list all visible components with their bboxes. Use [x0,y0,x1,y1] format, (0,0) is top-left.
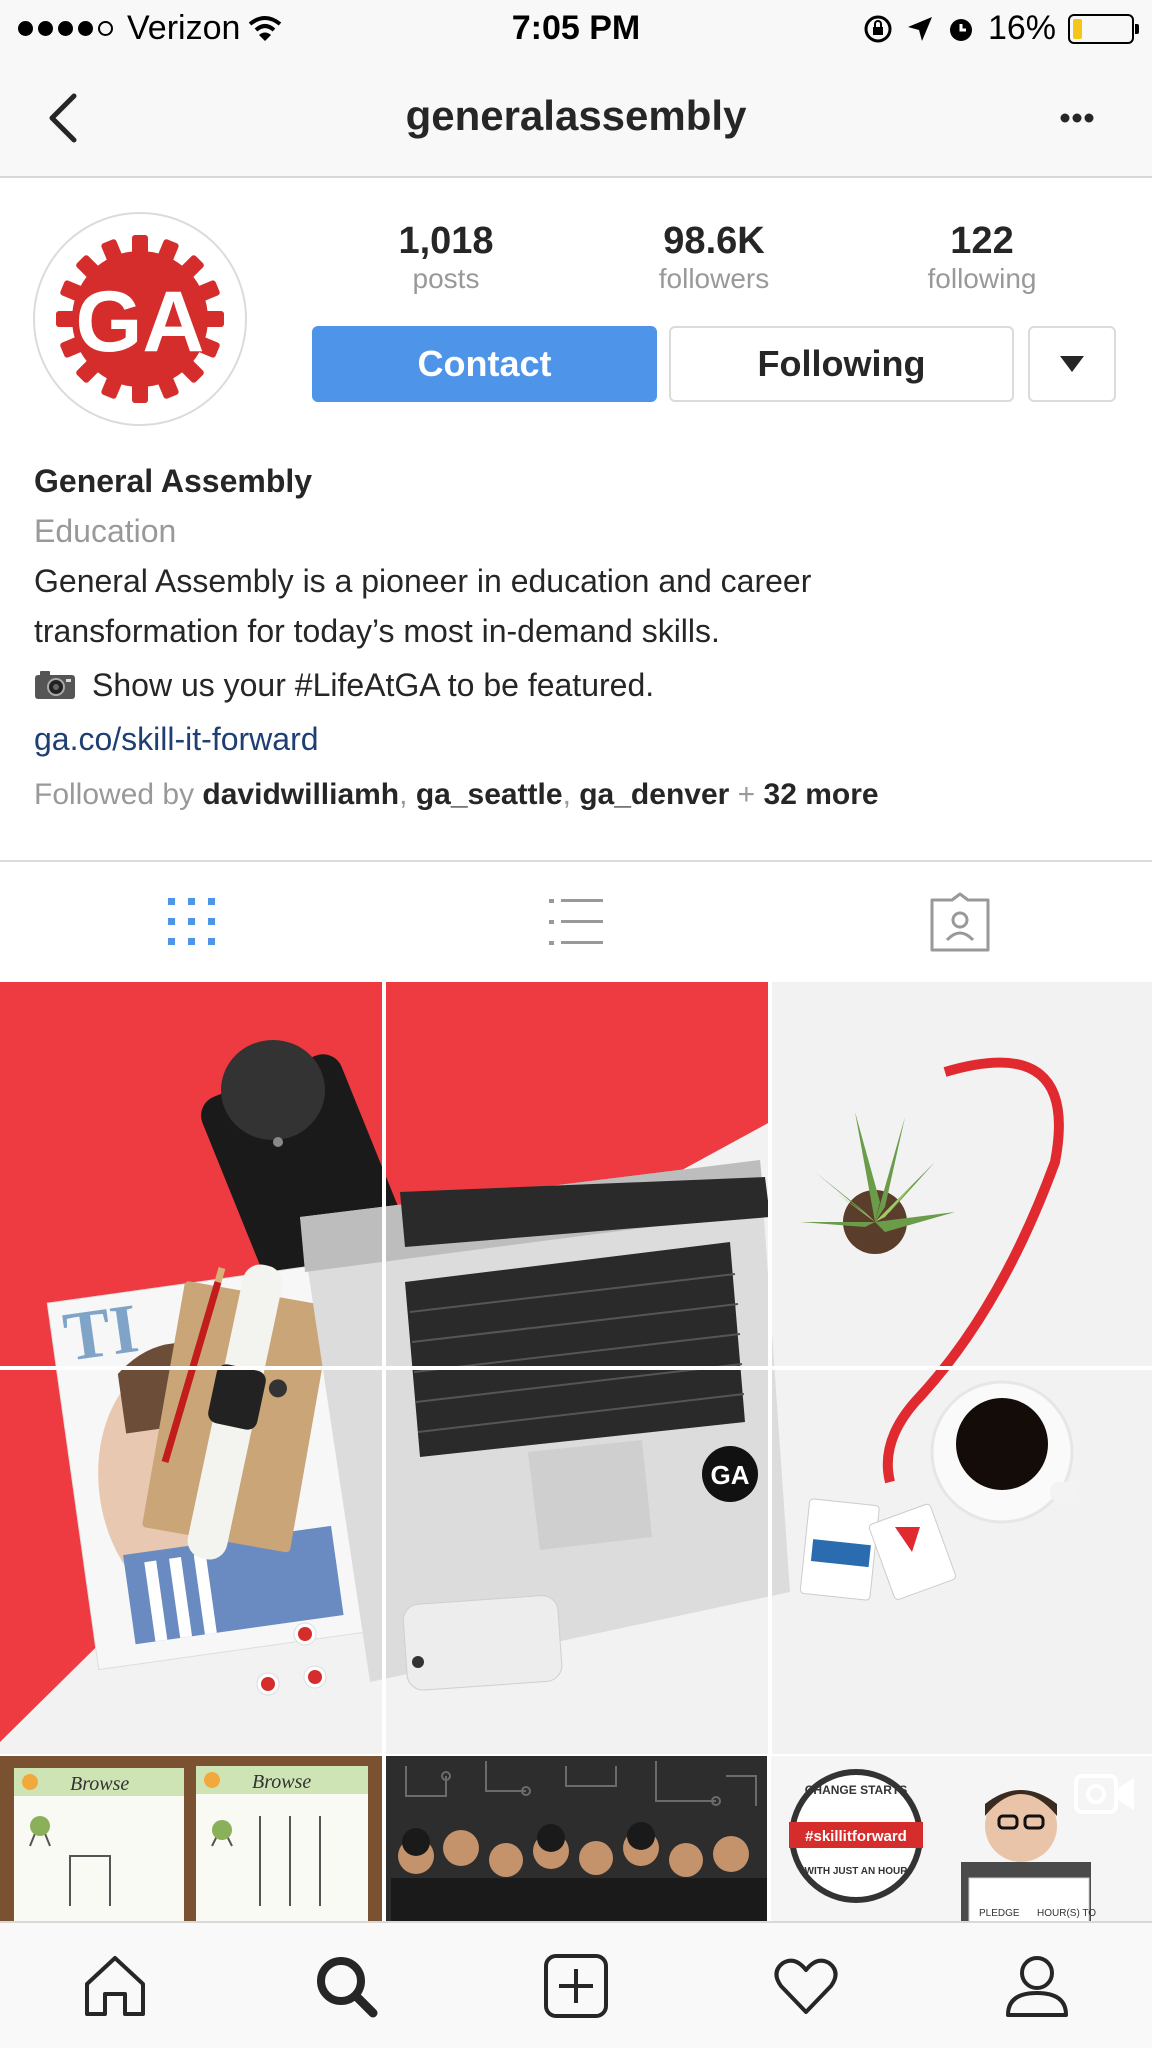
heart-icon [774,1958,838,2014]
bottom-tab-bar [0,1921,1152,2048]
stat-label: followers [658,263,770,294]
bio-line: Show us your #LifeAtGA to be featured. [92,667,655,703]
followed-user[interactable]: ga_seattle [416,778,563,811]
video-icon [1074,1774,1134,1814]
tab-new-post[interactable] [461,1923,691,2048]
tab-search[interactable] [230,1923,460,2048]
grid-icon [168,898,215,945]
grid-post-video[interactable]: CHANGE STARTS #skillitforward WITH JUST … [771,1756,1152,1922]
search-icon [316,1956,378,2017]
followed-by[interactable]: Followed by davidwilliamh, ga_seattle, g… [34,770,1124,820]
profile-bio: General Assembly Education General Assem… [34,456,1124,820]
badge-text-bottom: WITH JUST AN HOUR [805,1866,909,1877]
followed-user[interactable]: davidwilliamh [202,778,399,811]
bio-line: transformation for today’s most in-deman… [34,613,720,649]
grid-post-group-photo[interactable] [386,1756,767,1922]
flatlay-photo: TI GA [0,982,1152,1754]
pledge-text: PLEDGE [979,1908,1020,1919]
avatar[interactable]: GA [33,212,247,426]
tab-tagged[interactable] [768,862,1152,982]
location-arrow-icon [907,16,932,41]
group-photo [386,1756,767,1922]
stat-label: posts [412,263,480,294]
profile-category: Education [34,513,177,549]
grid-post-flatlay[interactable]: TI GA [0,982,1152,1754]
contact-button[interactable]: Contact [312,326,657,402]
wireframe-label: Browse [252,1771,311,1793]
followed-by-prefix: Followed by [34,778,203,811]
stat-followers[interactable]: 98.6K followers [580,220,848,296]
bio-website-link[interactable]: ga.co/skill-it-forward [34,714,1124,764]
navigation-bar: generalassembly [0,58,1152,178]
profile-name: General Assembly [34,463,313,499]
bio-line: General Assembly is a pioneer in educati… [34,563,812,599]
tab-home[interactable] [0,1923,230,2048]
photo-grid: TI GA Browse Browse CHANGE STARTS #skill… [0,982,1152,1922]
rotation-lock-icon [864,15,892,42]
tab-profile[interactable] [922,1923,1152,2048]
stat-value: 98.6K [663,220,765,262]
status-bar: Verizon 7:05 PM 16% [0,0,1152,58]
stat-value: 1,018 [398,220,494,262]
home-icon [85,1955,146,2016]
stat-label: following [927,263,1037,294]
wireframe-photo: Browse Browse [0,1756,382,1922]
pledge-hours-text: HOUR(S) TO [1037,1908,1096,1919]
ga-logo: GA [56,235,224,403]
list-icon [549,899,603,945]
battery-icon [1068,13,1139,44]
page-title: generalassembly [405,92,747,139]
tab-grid[interactable] [0,862,384,982]
followed-user[interactable]: ga_denver [579,778,729,811]
badge-hashtag: #skillitforward [805,1828,907,1845]
stat-following[interactable]: 122 following [848,220,1116,296]
bio-featured-line: Show us your #LifeAtGA to be featured. [34,660,1124,710]
tab-activity[interactable] [691,1923,921,2048]
profile-stats: 1,018 posts 98.6K followers 122 followin… [312,220,1120,296]
suggestions-dropdown-button[interactable] [1028,326,1116,402]
battery-percent: 16% [987,9,1056,47]
camera-emoji-icon [35,671,75,699]
tab-list[interactable] [384,862,768,982]
avatar-text: GA [76,274,205,370]
badge-text-top: CHANGE STARTS [805,1783,907,1797]
status-right: 16% [862,9,1139,48]
followed-more[interactable]: 32 more [764,778,879,811]
grid-post-wireframes[interactable]: Browse Browse [0,1756,382,1922]
stat-value: 122 [950,220,1014,262]
alarm-icon [949,18,972,41]
following-button[interactable]: Following [669,326,1014,402]
more-dots-icon[interactable] [1042,88,1112,148]
tagged-icon [930,892,990,952]
add-post-icon [544,1953,609,2018]
profile-view-tabs [0,860,1152,982]
battery-level [1073,18,1082,39]
wireframe-label: Browse [70,1773,129,1795]
stat-posts[interactable]: 1,018 posts [312,220,580,296]
caret-down-icon [1060,356,1084,372]
profile-icon [1005,1955,1068,2017]
svg-text:GA: GA [711,1460,750,1490]
